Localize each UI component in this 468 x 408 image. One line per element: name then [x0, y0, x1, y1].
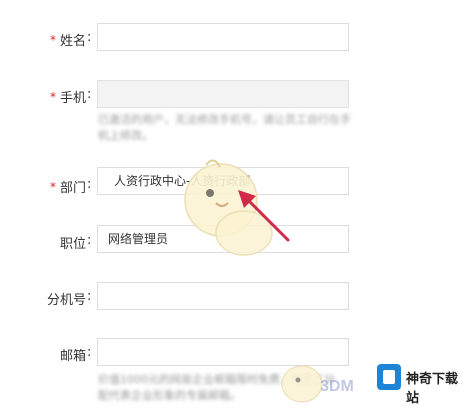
phone-input	[97, 80, 349, 108]
site-watermark: 神奇下载站	[371, 359, 463, 405]
required-mark-phone: *	[50, 90, 56, 104]
name-input[interactable]	[97, 23, 349, 51]
label-colon: :	[87, 177, 92, 192]
pointer-arrow	[238, 190, 290, 242]
email-label: 邮箱	[60, 349, 87, 364]
label-colon: :	[87, 30, 92, 45]
extension-input[interactable]	[97, 282, 349, 310]
required-mark-name: *	[50, 33, 56, 47]
label-colon: :	[87, 289, 92, 304]
position-value: 网络管理员	[108, 232, 169, 246]
phone-label: 手机	[60, 91, 87, 106]
label-colon: :	[87, 345, 92, 360]
3dm-watermark: 3DM	[320, 378, 354, 395]
position-label: 职位	[60, 237, 87, 252]
required-mark-department: *	[50, 180, 56, 194]
label-colon: :	[87, 233, 92, 248]
site-watermark-text: 神奇下载站	[406, 371, 459, 405]
name-label: 姓名	[60, 34, 87, 49]
extension-label: 分机号	[47, 293, 87, 308]
department-label: 部门	[60, 181, 87, 196]
label-colon: :	[87, 87, 92, 102]
phone-hint: 已激活的用户，无法修改手机号，请让员工自行在手机上修改。	[98, 113, 351, 142]
site-logo-icon	[377, 364, 401, 390]
